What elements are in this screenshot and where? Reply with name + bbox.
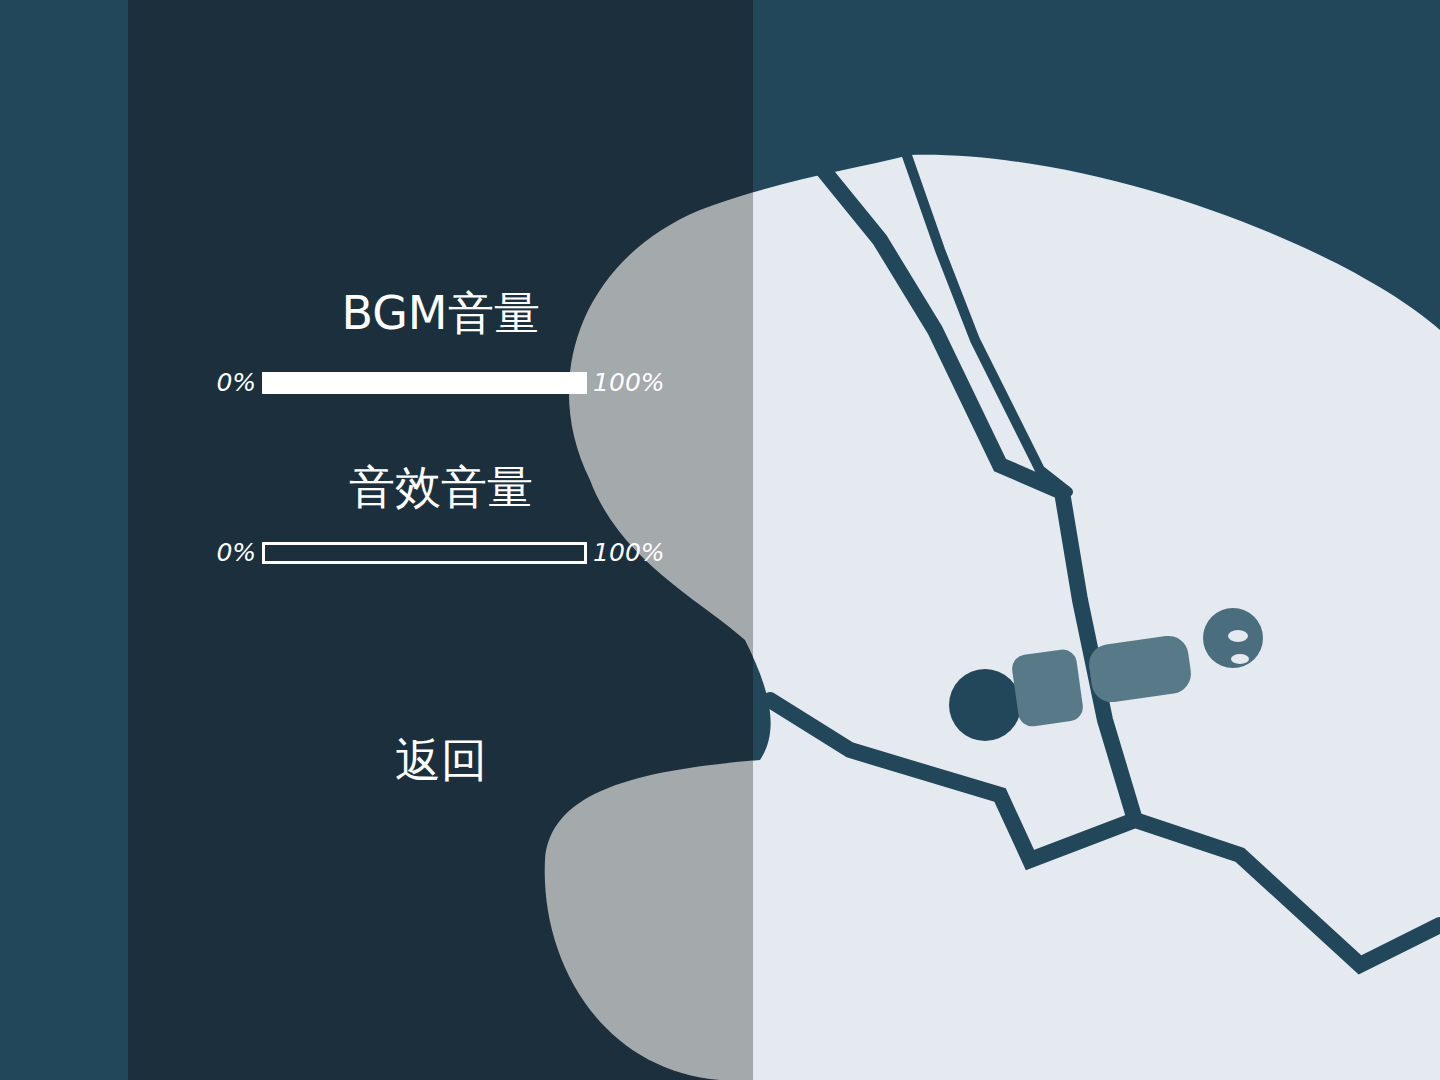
slider-list: BGM音量 0% 100% 音效音量 0% 100% xyxy=(216,285,664,567)
slider-row: 0% 100% xyxy=(216,369,664,397)
slider-label: 音效音量 xyxy=(341,459,541,515)
slider-fill xyxy=(265,375,584,391)
figure xyxy=(949,608,1263,741)
background-art xyxy=(0,0,1440,1080)
button-list: 返回 xyxy=(385,732,497,788)
volume-setting: 音效音量 0% 100% xyxy=(216,459,664,567)
volume-slider[interactable] xyxy=(262,372,587,394)
left-strip xyxy=(0,0,128,1080)
volume-setting: BGM音量 0% 100% xyxy=(216,285,664,397)
cracks xyxy=(770,150,1440,965)
settings-screen: BGM音量 0% 100% 音效音量 0% 100% 返回 xyxy=(0,0,1440,1080)
min-label: 0% xyxy=(216,369,256,397)
settings-panel: BGM音量 0% 100% 音效音量 0% 100% 返回 xyxy=(128,0,753,1080)
slider-row: 0% 100% xyxy=(216,539,664,567)
max-label: 100% xyxy=(593,539,664,567)
max-label: 100% xyxy=(593,369,664,397)
back-button[interactable]: 返回 xyxy=(385,732,497,788)
min-label: 0% xyxy=(216,539,256,567)
slider-label: BGM音量 xyxy=(333,285,547,341)
volume-slider[interactable] xyxy=(262,542,587,564)
